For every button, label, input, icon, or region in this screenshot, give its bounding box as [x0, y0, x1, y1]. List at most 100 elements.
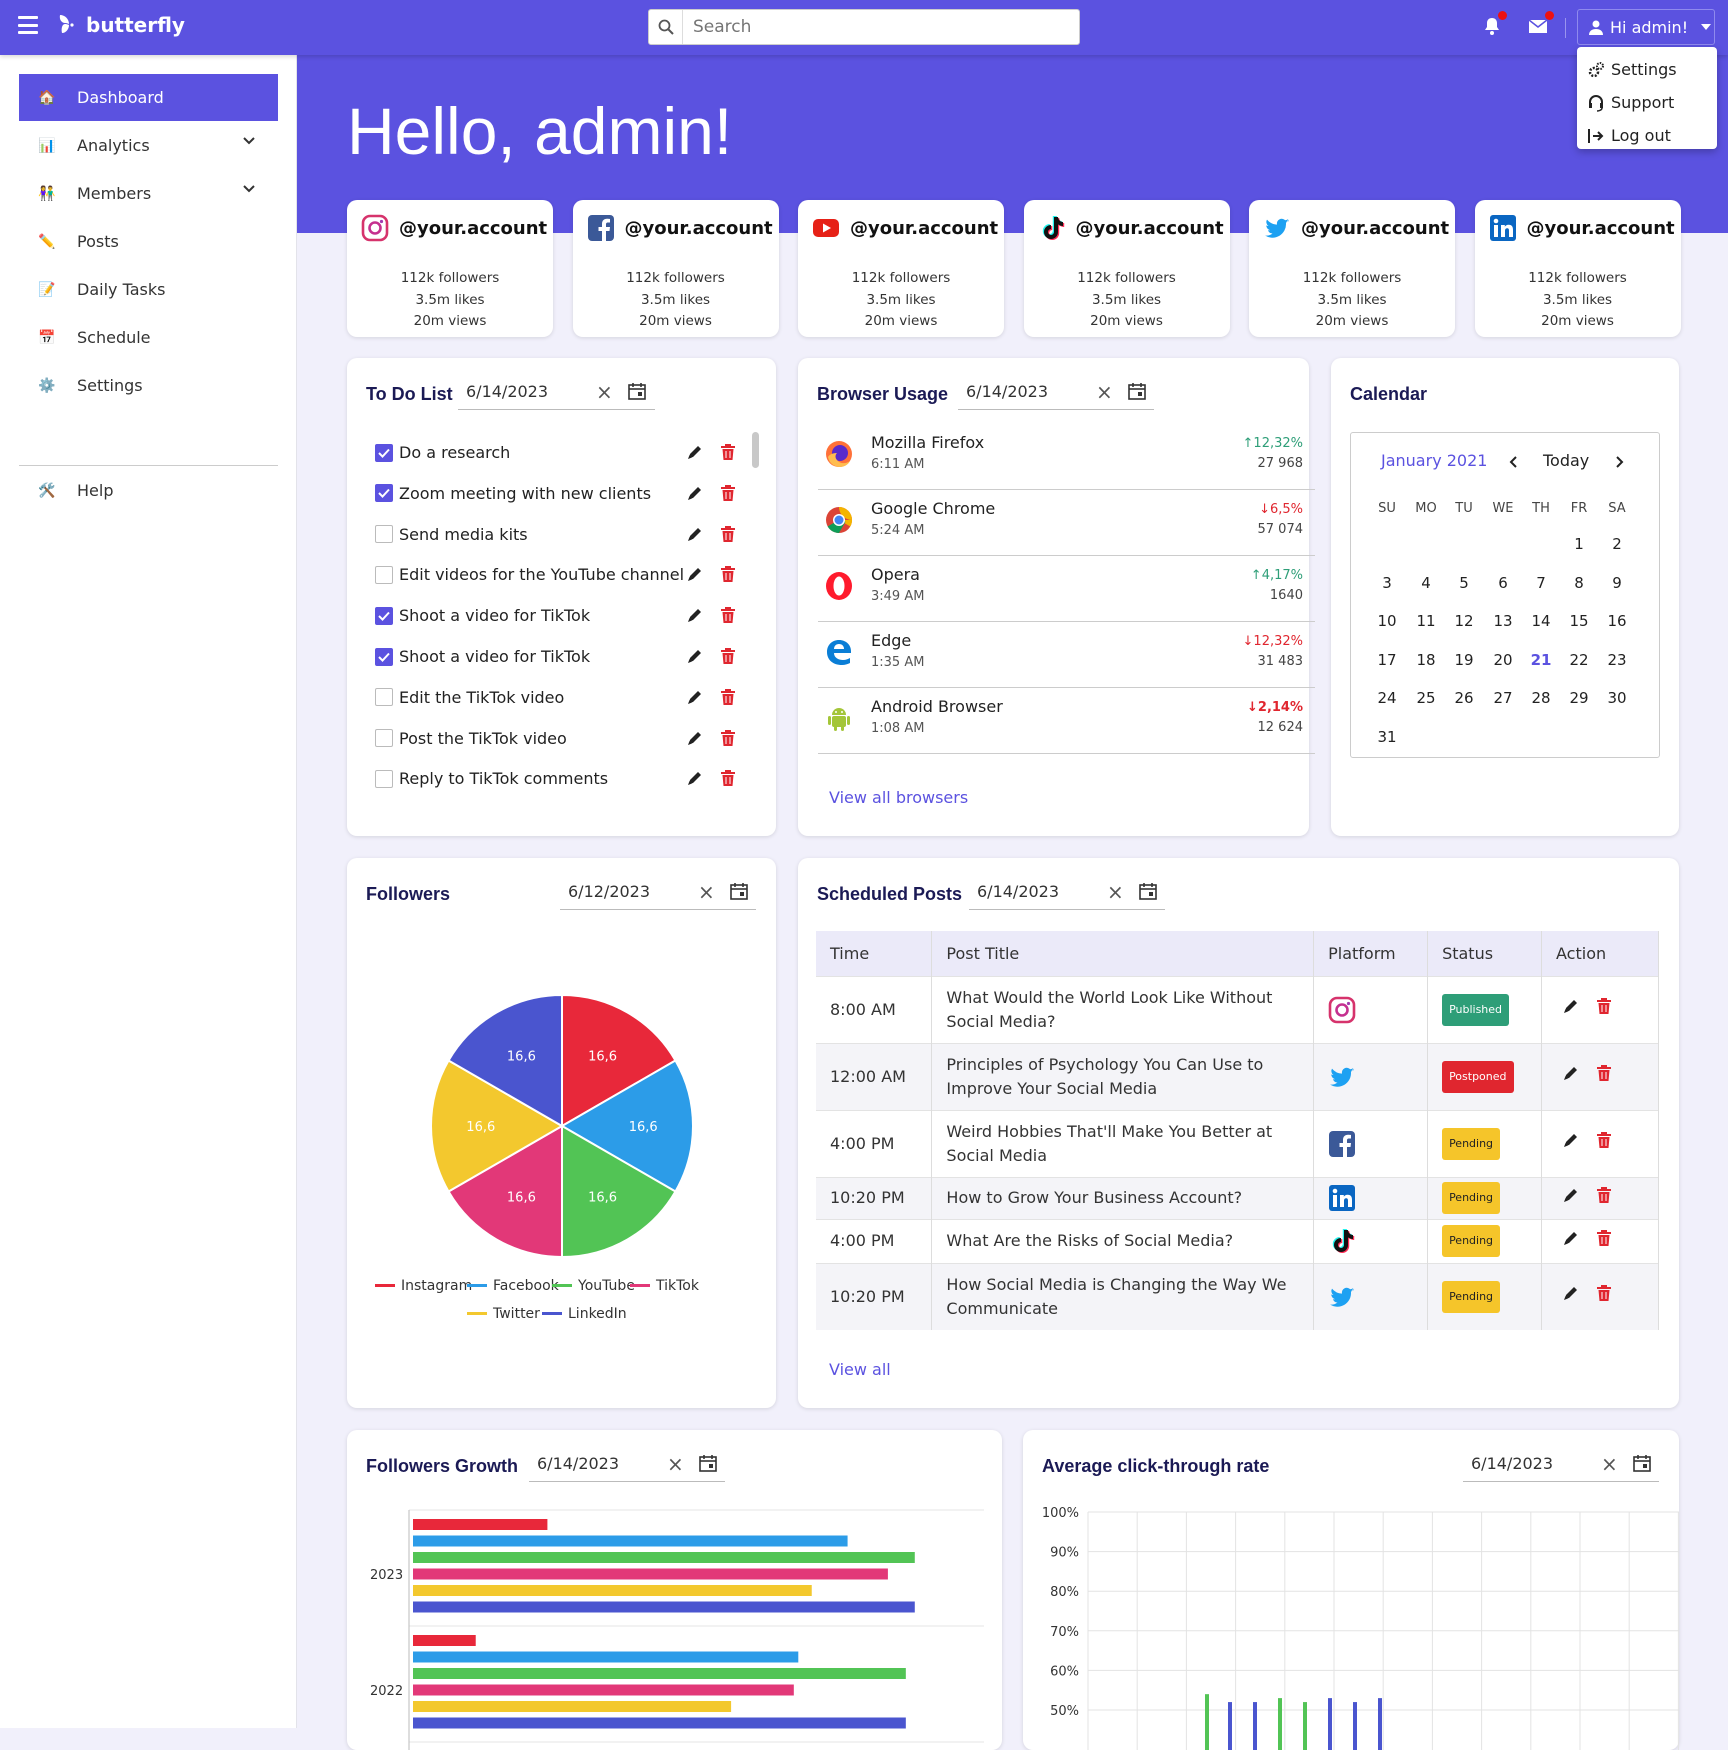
clear-icon[interactable]: ×	[1107, 880, 1124, 904]
legend-label[interactable]: Twitter	[492, 1306, 540, 1322]
todo-checkbox[interactable]	[375, 443, 393, 462]
browser-row[interactable]: Google Chrome 5:24 AM ↓6,5% 57 074	[818, 490, 1315, 556]
trash-icon[interactable]	[1596, 1284, 1612, 1302]
browser-row[interactable]: Opera 3:49 AM ↑4,17% 1640	[818, 556, 1315, 622]
sidebar-item-help[interactable]: 🛠️ Help	[19, 467, 278, 514]
bar-youtube[interactable]	[413, 1552, 915, 1563]
bar-twitter[interactable]	[413, 1585, 812, 1596]
trash-icon[interactable]	[1596, 1229, 1612, 1247]
ctr-bar[interactable]	[1328, 1698, 1332, 1750]
menu-item-settings[interactable]: Settings	[1577, 53, 1717, 86]
trash-icon[interactable]	[720, 565, 736, 583]
search-input[interactable]	[683, 17, 1063, 37]
calendar-day[interactable]: 16	[1598, 612, 1636, 630]
trash-icon[interactable]	[720, 443, 736, 461]
todo-checkbox[interactable]	[375, 606, 393, 625]
bar-linkedin[interactable]	[413, 1717, 906, 1729]
todo-checkbox[interactable]	[375, 769, 393, 788]
column-header[interactable]: Platform	[1313, 931, 1429, 976]
calendar-day[interactable]: 18	[1407, 651, 1445, 669]
todo-date-picker[interactable]: 6/14/2023 ×	[458, 374, 655, 410]
edit-icon[interactable]	[686, 443, 704, 461]
calendar-day[interactable]: 12	[1445, 612, 1483, 630]
ctr-bar[interactable]	[1205, 1694, 1209, 1750]
calendar-day[interactable]: 9	[1598, 574, 1636, 592]
trash-icon[interactable]	[1596, 1186, 1612, 1204]
sidebar-item-posts[interactable]: ✏️ Posts	[19, 218, 278, 265]
calendar-icon[interactable]	[1139, 882, 1157, 900]
ctr-bar[interactable]	[1378, 1698, 1382, 1750]
calendar-day[interactable]: 6	[1484, 574, 1522, 592]
ctr-bar[interactable]	[1228, 1702, 1232, 1750]
trash-icon[interactable]	[1596, 1131, 1612, 1149]
menu-item-support[interactable]: Support	[1577, 86, 1717, 119]
trash-icon[interactable]	[720, 647, 736, 665]
table-row[interactable]: 10:20 PM How to Grow Your Business Accou…	[816, 1176, 1659, 1219]
bar-linkedin[interactable]	[413, 1601, 915, 1613]
calendar-day[interactable]: 17	[1368, 651, 1406, 669]
bar-twitter[interactable]	[413, 1701, 732, 1712]
trash-icon[interactable]	[1596, 997, 1612, 1015]
todo-checkbox[interactable]	[375, 565, 393, 584]
calendar-day[interactable]: 22	[1560, 651, 1598, 669]
calendar-day[interactable]: 28	[1522, 689, 1560, 707]
sidebar-item-settings[interactable]: ⚙️ Settings	[19, 362, 278, 409]
view-all-browsers-link[interactable]: View all browsers	[829, 788, 968, 807]
chevron-left-icon[interactable]	[1508, 455, 1518, 469]
social-card-instagram[interactable]: @your.account 112k followers 3.5m likes 20…	[347, 200, 553, 337]
todo-checkbox[interactable]	[375, 484, 393, 503]
menu-item-logout[interactable]: Log out	[1577, 119, 1717, 152]
sidebar-item-analytics[interactable]: 📊 Analytics	[19, 122, 278, 169]
social-card-youtube[interactable]: @your.account 112k followers 3.5m likes 20…	[798, 200, 1004, 337]
view-all-posts-link[interactable]: View all	[829, 1360, 891, 1379]
logo[interactable]: butterfly	[56, 12, 185, 38]
table-row[interactable]: 4:00 PM Weird Hobbies That'll Make You B…	[816, 1109, 1659, 1177]
edit-icon[interactable]	[686, 484, 704, 502]
column-header[interactable]: Time	[816, 931, 933, 976]
calendar-icon[interactable]	[1128, 382, 1146, 400]
calendar-day[interactable]: 2	[1598, 535, 1636, 553]
bar-tiktok[interactable]	[413, 1568, 888, 1580]
calendar-day[interactable]: 31	[1368, 728, 1406, 746]
edit-icon[interactable]	[1562, 1131, 1580, 1149]
ctr-bar[interactable]	[1353, 1702, 1357, 1750]
trash-icon[interactable]	[1596, 1064, 1612, 1082]
trash-icon[interactable]	[720, 769, 736, 787]
scrollbar[interactable]	[752, 432, 759, 468]
calendar-day[interactable]: 4	[1407, 574, 1445, 592]
browser-row[interactable]: Android Browser 1:08 AM ↓2,14% 12 624	[818, 688, 1315, 754]
edit-icon[interactable]	[686, 647, 704, 665]
trash-icon[interactable]	[720, 729, 736, 747]
calendar-day[interactable]: 3	[1368, 574, 1406, 592]
edit-icon[interactable]	[686, 606, 704, 624]
ctr-bar[interactable]	[1278, 1698, 1282, 1750]
calendar-day[interactable]: 30	[1598, 689, 1636, 707]
calendar-day[interactable]: 1	[1560, 535, 1598, 553]
browser-date-picker[interactable]: 6/14/2023 ×	[958, 374, 1154, 410]
ctr-bar[interactable]	[1253, 1702, 1257, 1750]
legend-label[interactable]: Facebook	[493, 1278, 560, 1294]
todo-checkbox[interactable]	[375, 688, 393, 707]
sidebar-item-schedule[interactable]: 📅 Schedule	[19, 314, 278, 361]
scheduled-date-picker[interactable]: 6/14/2023 ×	[969, 874, 1165, 910]
column-header[interactable]: Post Title	[931, 931, 1315, 976]
todo-checkbox[interactable]	[375, 525, 393, 544]
sidebar-item-members[interactable]: 👫 Members	[19, 170, 278, 217]
calendar-day[interactable]: 8	[1560, 574, 1598, 592]
column-header[interactable]: Action	[1541, 931, 1659, 976]
user-menu-button[interactable]: Hi admin!	[1577, 9, 1715, 45]
calendar-day[interactable]: 24	[1368, 689, 1406, 707]
todo-checkbox[interactable]	[375, 729, 393, 748]
ctr-bar[interactable]	[1303, 1702, 1307, 1750]
todo-checkbox[interactable]	[375, 647, 393, 666]
edit-icon[interactable]	[686, 688, 704, 706]
edit-icon[interactable]	[1562, 1284, 1580, 1302]
trash-icon[interactable]	[720, 688, 736, 706]
social-card-linkedin[interactable]: @your.account 112k followers 3.5m likes 20…	[1474, 200, 1681, 337]
legend-label[interactable]: Instagram	[401, 1278, 472, 1294]
search-bar[interactable]	[648, 9, 1080, 45]
calendar-day[interactable]: 10	[1368, 612, 1406, 630]
trash-icon[interactable]	[720, 606, 736, 624]
calendar-day[interactable]: 27	[1484, 689, 1522, 707]
legend-label[interactable]: LinkedIn	[568, 1306, 627, 1322]
